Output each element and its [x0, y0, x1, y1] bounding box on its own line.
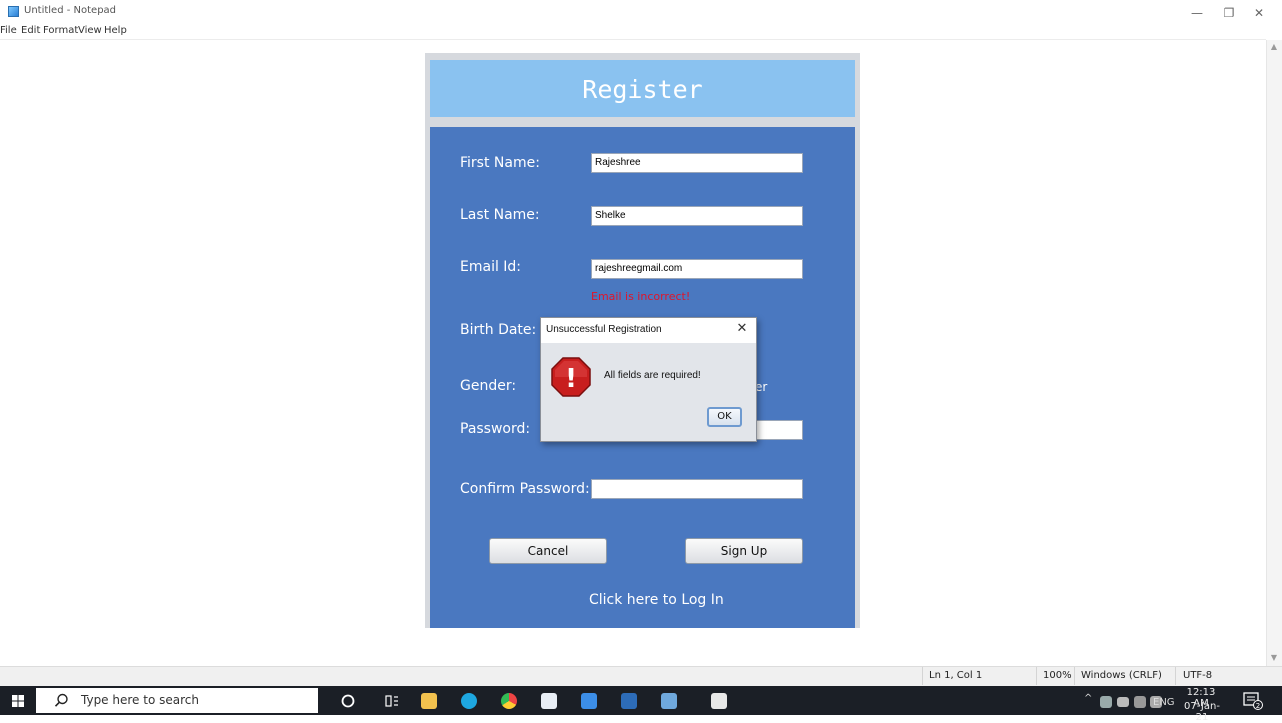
java-app-icon[interactable]	[711, 693, 727, 709]
menu-help[interactable]: Help	[104, 25, 127, 36]
gender-label: Gender:	[460, 378, 517, 394]
notification-count: 2	[1256, 702, 1260, 710]
register-title: Register	[582, 75, 703, 104]
dialog-title: Unsuccessful Registration	[546, 324, 662, 335]
status-line-ending: Windows (CRLF)	[1081, 670, 1162, 681]
confirm-password-label: Confirm Password:	[460, 481, 590, 497]
status-encoding: UTF-8	[1183, 670, 1213, 681]
error-icon-glyph: !	[565, 364, 577, 394]
menu-divider	[0, 39, 1266, 40]
search-icon	[54, 693, 68, 707]
menu-edit[interactable]: Edit	[21, 25, 40, 36]
window-title: Untitled - Notepad	[24, 5, 117, 16]
wifi-icon[interactable]	[1134, 696, 1146, 708]
status-position: Ln 1, Col 1	[929, 670, 983, 681]
cancel-button[interactable]: Cancel	[489, 538, 607, 564]
language-indicator[interactable]: ENG	[1153, 697, 1175, 708]
error-octagon-icon: !	[551, 357, 591, 397]
email-field[interactable]: rajeshreegmail.com	[591, 259, 803, 279]
app-shield-icon[interactable]	[581, 693, 597, 709]
status-divider	[1036, 667, 1037, 685]
notepad-taskbar-icon[interactable]	[661, 693, 677, 709]
app-terminal-icon[interactable]	[621, 693, 637, 709]
ok-button[interactable]: OK	[707, 407, 742, 427]
notification-center-icon[interactable]: 2	[1243, 692, 1263, 710]
menu-file[interactable]: File	[0, 25, 17, 36]
first-name-field[interactable]: Rajeshree	[591, 153, 803, 173]
status-divider	[922, 667, 923, 685]
minimize-button[interactable]: —	[1182, 4, 1212, 22]
status-zoom: 100%	[1043, 670, 1072, 681]
scroll-up-icon[interactable]: ▲	[1268, 41, 1280, 53]
status-divider	[1074, 667, 1075, 685]
notepad-icon	[8, 6, 19, 17]
status-divider	[1175, 667, 1176, 685]
last-name-label: Last Name:	[460, 207, 540, 223]
first-name-label: First Name:	[460, 155, 540, 171]
search-placeholder: Type here to search	[81, 693, 199, 707]
dialog-message: All fields are required!	[604, 370, 701, 381]
menu-bar	[0, 23, 1282, 39]
file-explorer-icon[interactable]	[421, 693, 437, 709]
close-button[interactable]: ✕	[1244, 4, 1274, 22]
last-name-field[interactable]: Shelke	[591, 206, 803, 226]
email-label: Email Id:	[460, 259, 522, 275]
menu-format[interactable]: Format	[43, 25, 78, 36]
tray-chevron-icon[interactable]: ^	[1084, 693, 1092, 704]
cortana-icon[interactable]	[340, 693, 356, 709]
store-icon[interactable]	[541, 693, 557, 709]
sign-up-button[interactable]: Sign Up	[685, 538, 803, 564]
dialog-close-icon[interactable]: ✕	[733, 320, 751, 338]
confirm-password-field[interactable]	[591, 479, 803, 499]
battery-icon[interactable]	[1117, 697, 1129, 707]
chrome-icon[interactable]	[501, 693, 517, 709]
birth-date-label: Birth Date:	[460, 322, 537, 338]
email-error-message: Email is incorrect!	[591, 290, 691, 303]
scroll-down-icon[interactable]: ▼	[1268, 652, 1280, 664]
maximize-button[interactable]: ❐	[1214, 4, 1244, 22]
edge-icon[interactable]	[461, 693, 477, 709]
window-titlebar	[0, 0, 1282, 22]
clock-date[interactable]: 07-Jan-21	[1183, 701, 1221, 723]
menu-view[interactable]: View	[78, 25, 102, 36]
task-view-icon[interactable]	[384, 693, 400, 709]
login-link[interactable]: Click here to Log In	[589, 592, 724, 608]
windows-start-icon[interactable]	[0, 686, 36, 715]
password-label: Password:	[460, 421, 531, 437]
tray-network-icon[interactable]	[1100, 696, 1112, 708]
vertical-scrollbar[interactable]	[1266, 40, 1282, 666]
